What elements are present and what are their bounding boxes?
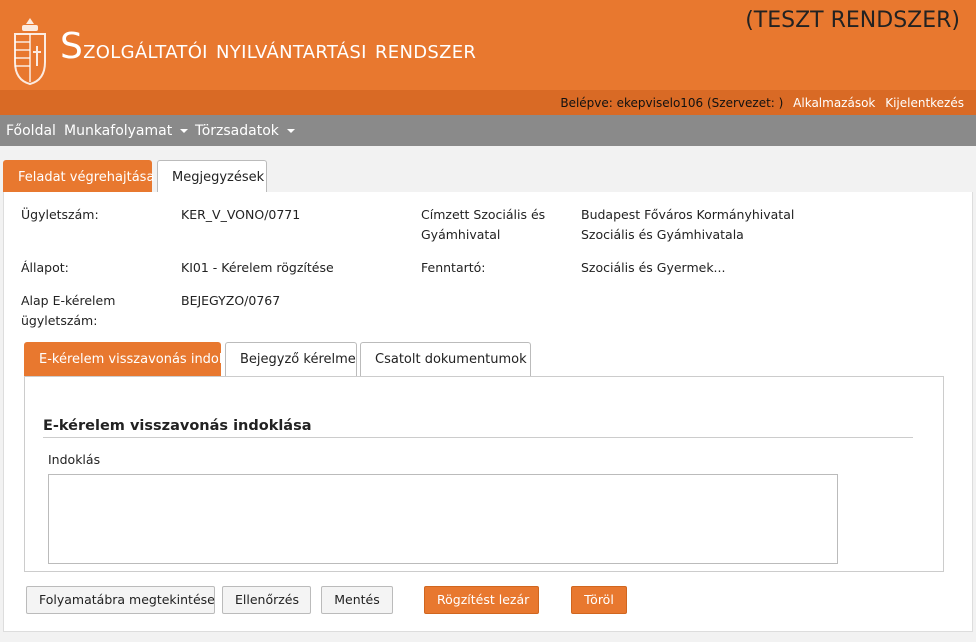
validate-button[interactable]: Ellenőrzés [222,586,311,614]
view-flowchart-button[interactable]: Folyamatábra megtekintése [26,586,215,614]
hungarian-coat-of-arms-icon [14,18,46,86]
nav-workflow-label: Munkafolyamat [64,123,173,139]
cimzett-value-line-1: Budapest Főváros Kormányhivatal [581,207,795,222]
reason-label: Indoklás [48,452,101,467]
allapot-value: KI01 - Kérelem rögzítése [181,260,334,275]
allapot-label: Állapot: [21,260,69,275]
finalize-recording-button[interactable]: Rögzítést lezár [424,586,539,614]
fenntarto-label: Fenntartó: [421,260,486,275]
app-title-rest: zolgáltatói nyilvántartási rendszer [83,35,477,64]
tab-withdrawal-reason[interactable]: E-kérelem visszavonás indok [24,342,226,376]
cimzett-label-line-2: Gyámhivatal [421,227,501,242]
section-divider [43,437,913,438]
ugyletszam-label: Ügyletszám: [21,207,99,222]
section-title: E-kérelem visszavonás indoklása [43,418,312,434]
ugyletszam-value: KER_V_VONO/0771 [181,207,301,222]
cimzett-label-line-1: Címzett Szociális és [421,207,546,222]
chevron-down-icon [180,129,189,133]
logout-link[interactable]: Kijelentkezés [885,96,964,110]
tab-registrant-request[interactable]: Bejegyző kérelme [225,342,357,376]
alap-label-line-1: Alap E-kérelem [21,293,116,308]
nav-master-data-label: Törzsadatok [195,123,279,139]
delete-button[interactable]: Töröl [571,586,627,614]
alap-value: BEJEGYZO/0767 [181,293,281,308]
main-navbar: Főoldal Munkafolyamat Törzsadatok [0,115,976,146]
nav-workflow[interactable]: Munkafolyamat [64,123,189,139]
chevron-down-icon [286,129,295,133]
test-system-label: (TESZT RENDSZER) [745,8,960,33]
fenntarto-value: Szociális és Gyermek... [581,260,726,275]
logged-in-user: Belépve: ekepviselo106 (Szervezet: ) [560,96,784,110]
user-info-line: Belépve: ekepviselo106 (Szervezet: ) Alk… [560,96,964,110]
applications-link[interactable]: Alkalmazások [793,96,875,110]
app-header: Szolgáltatói nyilvántartási rendszer (TE… [0,0,976,115]
cimzett-value-line-2: Szociális és Gyámhivatala [581,227,744,242]
tab-attached-documents[interactable]: Csatolt dokumentumok [360,342,531,376]
tab-notes[interactable]: Megjegyzések [157,160,267,194]
app-title-initial: S [60,26,84,67]
reason-textarea[interactable] [48,474,838,564]
tab-task-execution[interactable]: Feladat végrehajtása [3,160,154,194]
app-title: Szolgáltatói nyilvántartási rendszer [60,26,476,67]
alap-label-line-2: ügyletszám: [21,313,98,328]
nav-home[interactable]: Főoldal [6,123,56,139]
nav-master-data[interactable]: Törzsadatok [195,123,295,139]
save-button[interactable]: Mentés [321,586,393,614]
